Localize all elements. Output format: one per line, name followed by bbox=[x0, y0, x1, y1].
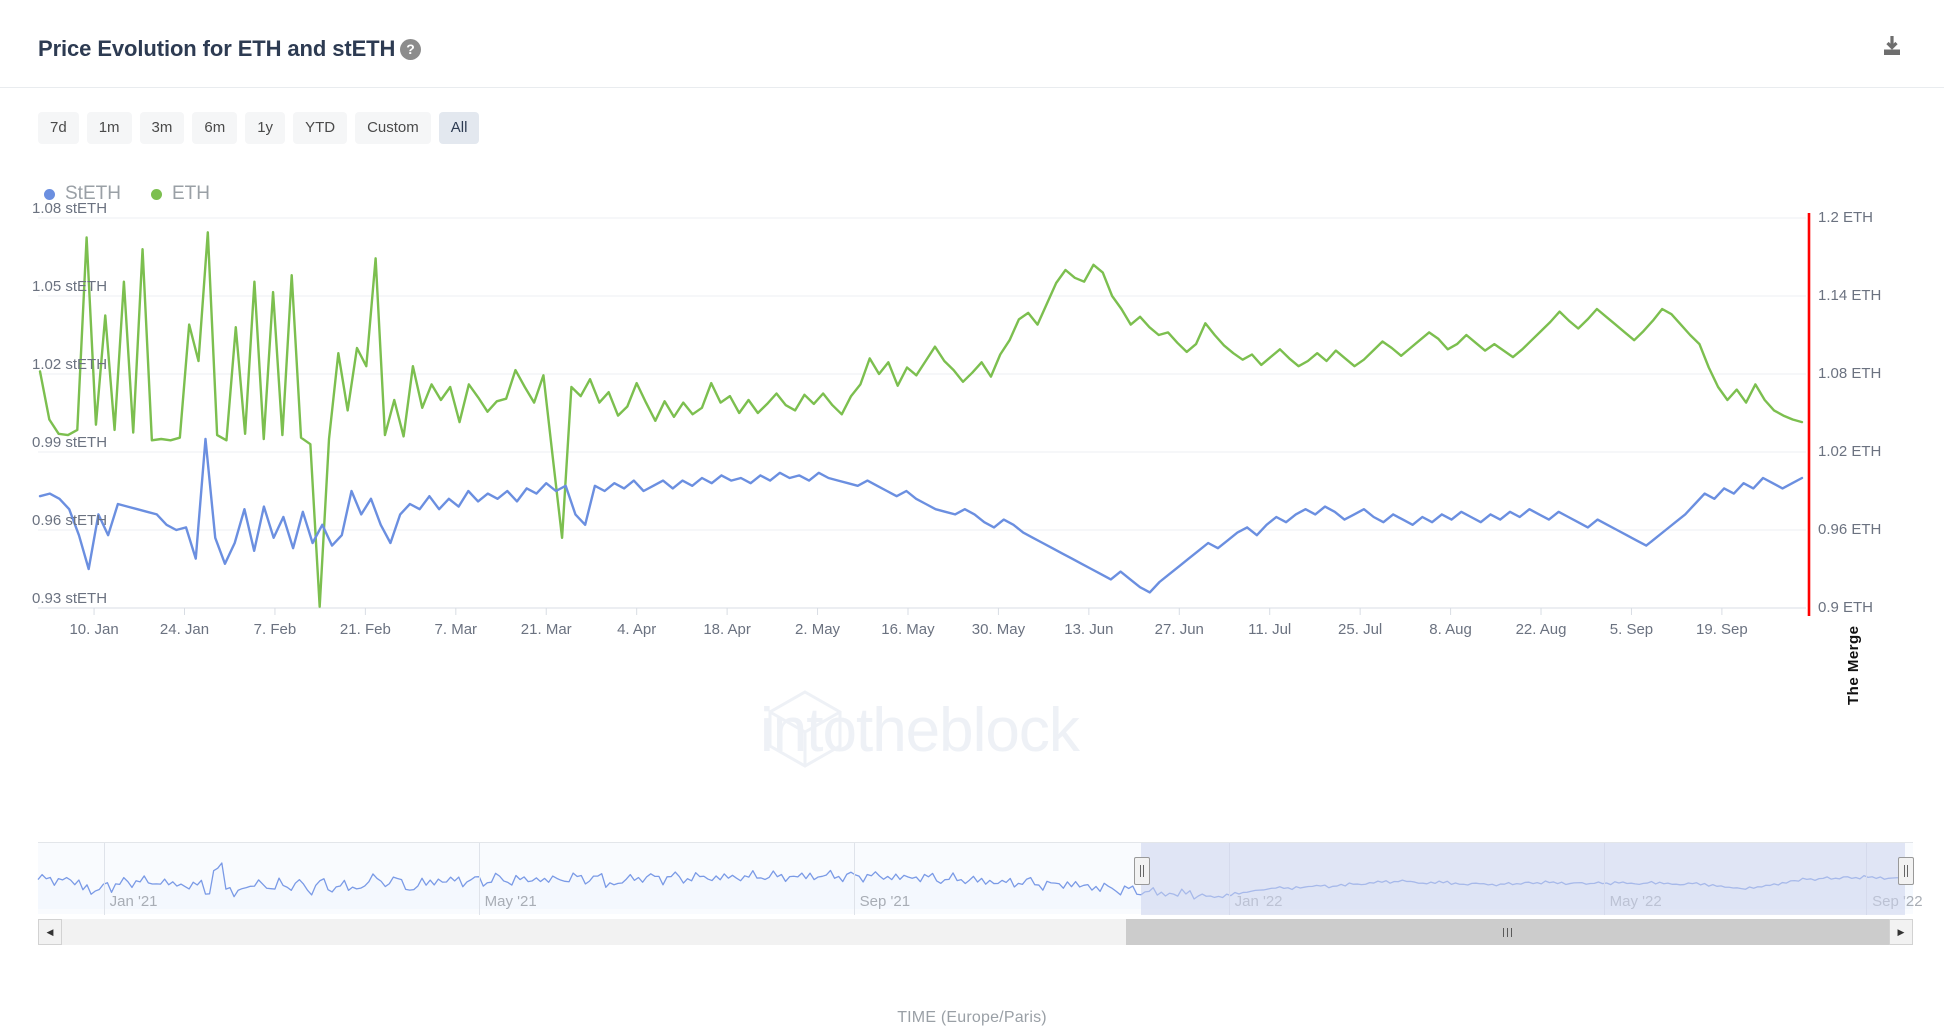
range-button-ytd[interactable]: YTD bbox=[293, 112, 348, 144]
scrollbar-thumb[interactable] bbox=[1126, 919, 1889, 945]
navigator-gridline bbox=[478, 843, 480, 915]
x-axis-tick-label: 18. Apr bbox=[703, 621, 751, 638]
range-button-custom[interactable]: Custom bbox=[355, 112, 431, 144]
chart-canvas bbox=[38, 213, 1811, 616]
y-axis-left-tick-label: 1.02 stETH bbox=[32, 356, 108, 373]
x-axis-tick-label: 10. Jan bbox=[69, 621, 119, 638]
download-icon[interactable] bbox=[1878, 32, 1906, 60]
question-mark-circle-icon[interactable]: ? bbox=[400, 39, 421, 60]
range-button-7d[interactable]: 7d bbox=[38, 112, 79, 144]
y-axis-right-tick-label: 1.2 ETH bbox=[1818, 209, 1874, 226]
x-axis-tick-label: 7. Mar bbox=[434, 621, 478, 638]
x-axis-tick-label: 4. Apr bbox=[617, 621, 657, 638]
x-axis-tick-label: 24. Jan bbox=[159, 621, 210, 638]
navigator-tick-label: May '21 bbox=[484, 893, 537, 910]
merge-annotation-label: The Merge bbox=[1845, 625, 1862, 705]
y-axis-right-tick-label: 0.9 ETH bbox=[1818, 599, 1874, 616]
x-axis-tick-label: 2. May bbox=[795, 621, 841, 638]
navigator-tick-label: Jan '21 bbox=[109, 893, 158, 910]
y-axis-right-tick-label: 0.96 ETH bbox=[1818, 521, 1882, 538]
x-axis-tick-label: 22. Aug bbox=[1515, 621, 1567, 638]
x-axis-tick-label: 16. May bbox=[881, 621, 935, 638]
range-button-all[interactable]: All bbox=[438, 112, 480, 144]
x-axis-tick-label: 19. Sep bbox=[1696, 621, 1748, 638]
x-axis-tick-label: 30. May bbox=[971, 621, 1026, 638]
horizontal-scrollbar[interactable]: ◀ ▶ bbox=[38, 919, 1913, 945]
y-axis-left-tick-label: 0.93 stETH bbox=[32, 590, 108, 607]
y-axis-left-tick-label: 0.96 stETH bbox=[32, 512, 108, 529]
y-axis-left-tick-label: 1.05 stETH bbox=[32, 278, 108, 295]
navigator-gridline bbox=[103, 843, 105, 915]
x-axis-tick-label: 27. Jun bbox=[1154, 621, 1204, 638]
x-axis-tick-label: 11. Jul bbox=[1248, 621, 1292, 638]
x-axis-tick-label: 7. Feb bbox=[253, 621, 297, 638]
card-header: Price Evolution for ETH and stETH ? bbox=[0, 0, 1944, 88]
scroll-right-arrow-icon[interactable]: ▶ bbox=[1889, 919, 1913, 945]
scrollbar-track[interactable] bbox=[62, 919, 1889, 945]
y-axis-left-tick-label: 0.99 stETH bbox=[32, 434, 108, 451]
page-title: Price Evolution for ETH and stETH bbox=[38, 36, 396, 61]
chart-navigator[interactable]: Jan '21May '21Sep '21Jan '22May '22Sep '… bbox=[37, 842, 1923, 915]
range-button-1y[interactable]: 1y bbox=[245, 112, 286, 144]
chart-plot-area[interactable]: intotheblock The Merge 1.08 stETH 1.05 st… bbox=[0, 200, 1944, 1026]
scroll-left-arrow-icon[interactable]: ◀ bbox=[38, 919, 62, 945]
navigator-handle-left[interactable] bbox=[1133, 857, 1150, 885]
x-axis-title: TIME (Europe/Paris) bbox=[897, 1009, 1047, 1026]
range-button-1m[interactable]: 1m bbox=[86, 112, 132, 144]
navigator-track[interactable]: Jan '21May '21Sep '21Jan '22May '22Sep '… bbox=[37, 842, 1923, 915]
x-axis-tick-label: 8. Aug bbox=[1429, 621, 1472, 638]
x-axis-tick-label: 25. Jul bbox=[1338, 621, 1383, 638]
chart-card: Price Evolution for ETH and stETH ? 7d 1… bbox=[0, 0, 1944, 1026]
y-axis-right-tick-label: 1.02 ETH bbox=[1818, 443, 1882, 460]
navigator-selected-range[interactable] bbox=[1140, 843, 1905, 915]
range-selector[interactable]: 7d 1m 3m 6m 1y YTD Custom All bbox=[38, 112, 480, 144]
legend-color-dot-eth bbox=[150, 188, 162, 200]
y-axis-right-tick-label: 1.08 ETH bbox=[1818, 365, 1882, 382]
x-axis-tick-label: 13. Jun bbox=[1064, 621, 1114, 638]
navigator-tick-label: Sep '21 bbox=[859, 893, 911, 910]
legend-color-dot-steth bbox=[44, 188, 55, 200]
y-axis-left-tick-label: 1.08 stETH bbox=[32, 200, 108, 217]
x-axis-tick-label: 21. Feb bbox=[339, 621, 391, 638]
x-axis-tick-label: 5. Sep bbox=[1609, 621, 1654, 638]
y-axis-right-tick-label: 1.14 ETH bbox=[1818, 287, 1882, 304]
range-button-6m[interactable]: 6m bbox=[192, 112, 238, 144]
range-button-3m[interactable]: 3m bbox=[139, 112, 185, 144]
navigator-gridline bbox=[853, 843, 855, 915]
x-axis-tick-label: 21. Mar bbox=[520, 621, 572, 638]
navigator-handle-right[interactable] bbox=[1898, 857, 1914, 885]
